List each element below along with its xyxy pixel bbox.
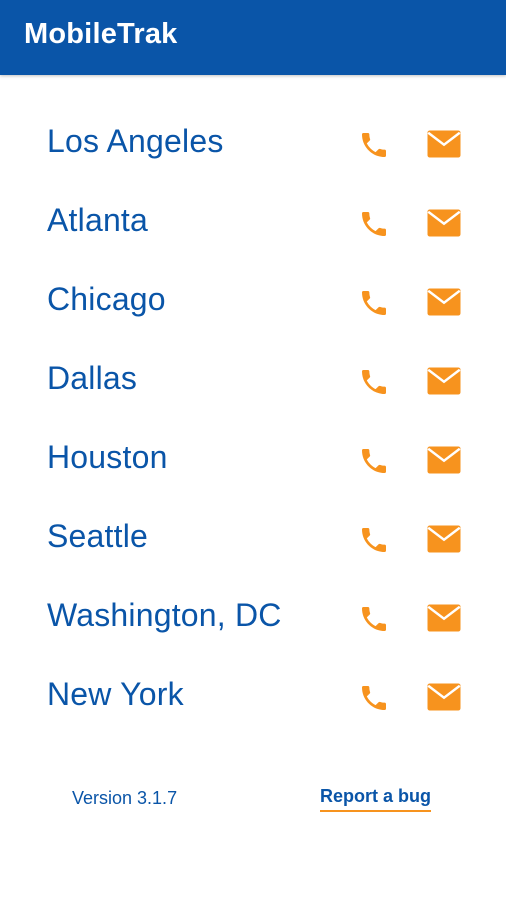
location-row-seattle: Seattle <box>0 499 506 578</box>
location-row-houston: Houston <box>0 420 506 499</box>
location-row-dallas: Dallas <box>0 341 506 420</box>
mail-icon[interactable] <box>426 682 462 712</box>
version-label: Version 3.1.7 <box>72 788 178 808</box>
location-name: Atlanta <box>47 202 149 238</box>
mail-icon[interactable] <box>426 287 462 317</box>
mail-icon[interactable] <box>426 366 462 396</box>
location-name: Washington, DC <box>47 597 282 633</box>
location-row-chicago: Chicago <box>0 262 506 341</box>
location-name: Seattle <box>47 518 149 554</box>
location-name: New York <box>47 676 184 712</box>
mail-icon[interactable] <box>426 524 462 554</box>
location-name: Dallas <box>47 360 138 396</box>
mail-icon[interactable] <box>426 445 462 475</box>
location-row-los-angeles: Los Angeles <box>0 104 506 183</box>
phone-icon[interactable] <box>358 208 390 240</box>
location-row-new-york: New York <box>0 657 506 736</box>
phone-icon[interactable] <box>358 445 390 477</box>
phone-icon[interactable] <box>358 129 390 161</box>
location-name: Chicago <box>47 281 166 317</box>
phone-icon[interactable] <box>358 366 390 398</box>
location-name: Los Angeles <box>47 123 224 159</box>
app-bar: MobileTrak <box>0 0 506 75</box>
location-row-atlanta: Atlanta <box>0 183 506 262</box>
mail-icon[interactable] <box>426 603 462 633</box>
app-title: MobileTrak <box>24 18 178 50</box>
phone-icon[interactable] <box>358 603 390 635</box>
mail-icon[interactable] <box>426 208 462 238</box>
report-bug-link[interactable]: Report a bug <box>320 786 431 812</box>
location-row-washington-dc: Washington, DC <box>0 578 506 657</box>
phone-icon[interactable] <box>358 287 390 319</box>
phone-icon[interactable] <box>358 524 390 556</box>
location-name: Houston <box>47 439 168 475</box>
phone-icon[interactable] <box>358 682 390 714</box>
footer: Version 3.1.7 Report a bug <box>0 780 506 820</box>
mail-icon[interactable] <box>426 129 462 159</box>
location-list: Los Angeles Atlanta Chicago Dallas Houst… <box>0 104 506 736</box>
